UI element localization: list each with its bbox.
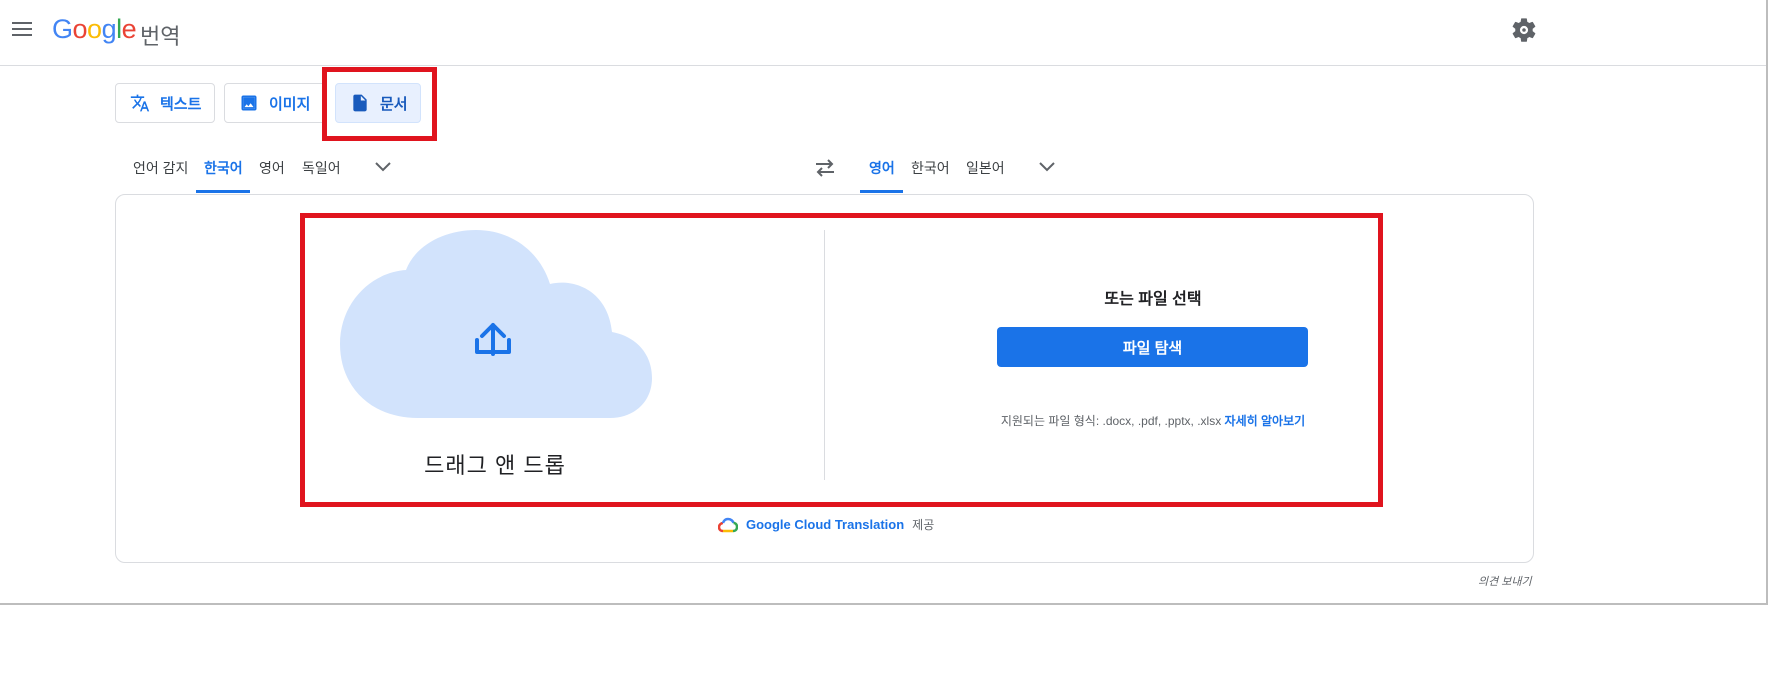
- supported-formats-text: 지원되는 파일 형식: .docx, .pdf, .pptx, .xlsx 자세…: [900, 412, 1406, 429]
- source-lang-korean[interactable]: 한국어: [204, 158, 243, 178]
- tab-text[interactable]: 텍스트: [115, 83, 215, 123]
- tab-document-label: 문서: [380, 95, 408, 113]
- powered-by: Google Cloud Translation 제공: [718, 516, 934, 533]
- target-lang-indicator: [860, 190, 903, 193]
- tab-text-label: 텍스트: [160, 95, 202, 113]
- source-lang-english[interactable]: 영어: [259, 158, 285, 178]
- google-cloud-translation-link[interactable]: Google Cloud Translation: [746, 517, 904, 532]
- app-title: 번역: [140, 24, 181, 49]
- source-lang-german[interactable]: 독일어: [302, 158, 341, 178]
- provided-label: 제공: [912, 518, 935, 532]
- source-lang-indicator: [196, 190, 250, 193]
- send-feedback-link[interactable]: 의견 보내기: [1478, 573, 1532, 589]
- target-lang-korean[interactable]: 한국어: [911, 158, 950, 178]
- settings-gear-icon[interactable]: [1510, 16, 1538, 44]
- source-lang-chevron-down-icon[interactable]: [374, 160, 392, 174]
- document-icon: [353, 94, 367, 112]
- tab-image[interactable]: 이미지: [224, 83, 326, 123]
- panel-divider: [824, 230, 825, 480]
- or-choose-file-label: 또는 파일 선택: [1104, 291, 1202, 308]
- target-lang-english[interactable]: 영어: [869, 158, 895, 178]
- drag-and-drop-label: 드래그 앤 드롭: [424, 453, 566, 478]
- upload-cloud-icon[interactable]: [340, 228, 654, 420]
- main-menu-button[interactable]: [10, 17, 36, 43]
- source-lang-detect[interactable]: 언어 감지: [133, 158, 188, 178]
- translate-icon: [130, 94, 150, 112]
- swap-languages-icon[interactable]: [812, 157, 838, 179]
- google-logo[interactable]: Google: [52, 14, 137, 45]
- google-cloud-logo-icon: [718, 517, 738, 532]
- tab-image-label: 이미지: [269, 95, 311, 113]
- learn-more-link[interactable]: 자세히 알아보기: [1225, 414, 1306, 428]
- browse-files-button[interactable]: 파일 탐색: [997, 327, 1308, 367]
- tab-document[interactable]: 문서: [335, 83, 421, 123]
- target-lang-chevron-down-icon[interactable]: [1038, 160, 1056, 174]
- supported-formats-label: 지원되는 파일 형식: .docx, .pdf, .pptx, .xlsx: [1000, 414, 1222, 428]
- app-header: Google 번역: [0, 0, 1768, 66]
- target-lang-japanese[interactable]: 일본어: [966, 158, 1005, 178]
- image-icon: [241, 95, 257, 111]
